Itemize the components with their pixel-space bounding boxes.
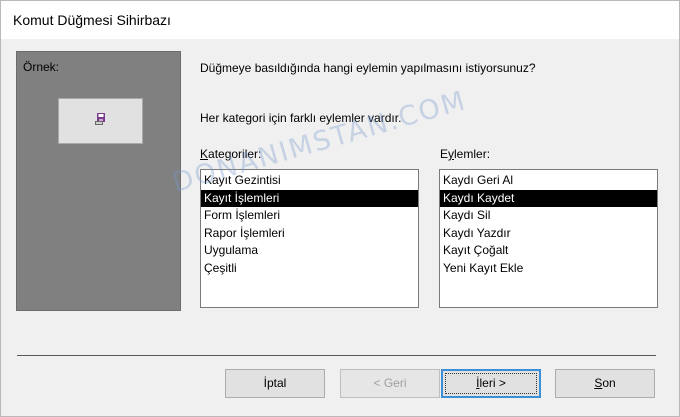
- category-list-item[interactable]: Uygulama: [201, 242, 418, 260]
- next-button[interactable]: İleri >: [441, 369, 541, 398]
- window-title: Komut Düğmesi Sihirbazı: [13, 12, 171, 28]
- action-list-item[interactable]: Kaydı Yazdır: [440, 225, 657, 243]
- save-record-icon: [95, 113, 105, 125]
- category-list-item[interactable]: Kayıt İşlemleri: [201, 189, 418, 207]
- title-bar[interactable]: Komut Düğmesi Sihirbazı: [1, 1, 679, 39]
- action-list-item[interactable]: Yeni Kayıt Ekle: [440, 260, 657, 278]
- categories-listbox[interactable]: Kayıt Gezintisi Kayıt İşlemleri Form İşlem…: [200, 169, 419, 308]
- categories-label: Kategoriler:: [200, 147, 262, 161]
- actions-label: Eylemler:: [440, 147, 491, 161]
- category-list-item[interactable]: Kayıt Gezintisi: [201, 172, 418, 190]
- action-list-item[interactable]: Kaydı Sil: [440, 207, 657, 225]
- category-list-item[interactable]: Rapor İşlemleri: [201, 225, 418, 243]
- info-text: Her kategori için farklı eylemler vardır…: [200, 111, 402, 125]
- sample-panel: Örnek:: [16, 51, 181, 311]
- cancel-button[interactable]: İptal: [225, 369, 325, 398]
- sample-label: Örnek:: [23, 60, 60, 74]
- category-list-item[interactable]: Çeşitli: [201, 260, 418, 278]
- action-list-item[interactable]: Kayıt Çoğalt: [440, 242, 657, 260]
- actions-list: Kaydı Geri Al Kaydı Kaydet Kaydı Sil Kaydı …: [440, 172, 657, 277]
- question-text: Düğmeye basıldığında hangi eylemin yapıl…: [200, 61, 536, 75]
- action-list-item[interactable]: Kaydı Kaydet: [440, 189, 657, 207]
- command-button-wizard-window: Komut Düğmesi Sihirbazı Örnek: Düğmeye b…: [0, 0, 680, 417]
- category-list-item[interactable]: Form İşlemleri: [201, 207, 418, 225]
- sample-preview-button: [58, 98, 143, 144]
- actions-listbox[interactable]: Kaydı Geri Al Kaydı Kaydet Kaydı Sil Kaydı …: [439, 169, 658, 308]
- action-list-item[interactable]: Kaydı Geri Al: [440, 172, 657, 190]
- separator-line: [17, 355, 656, 356]
- back-button[interactable]: < Geri: [340, 369, 440, 398]
- categories-list: Kayıt Gezintisi Kayıt İşlemleri Form İşlem…: [201, 172, 418, 277]
- finish-button[interactable]: Son: [555, 369, 655, 398]
